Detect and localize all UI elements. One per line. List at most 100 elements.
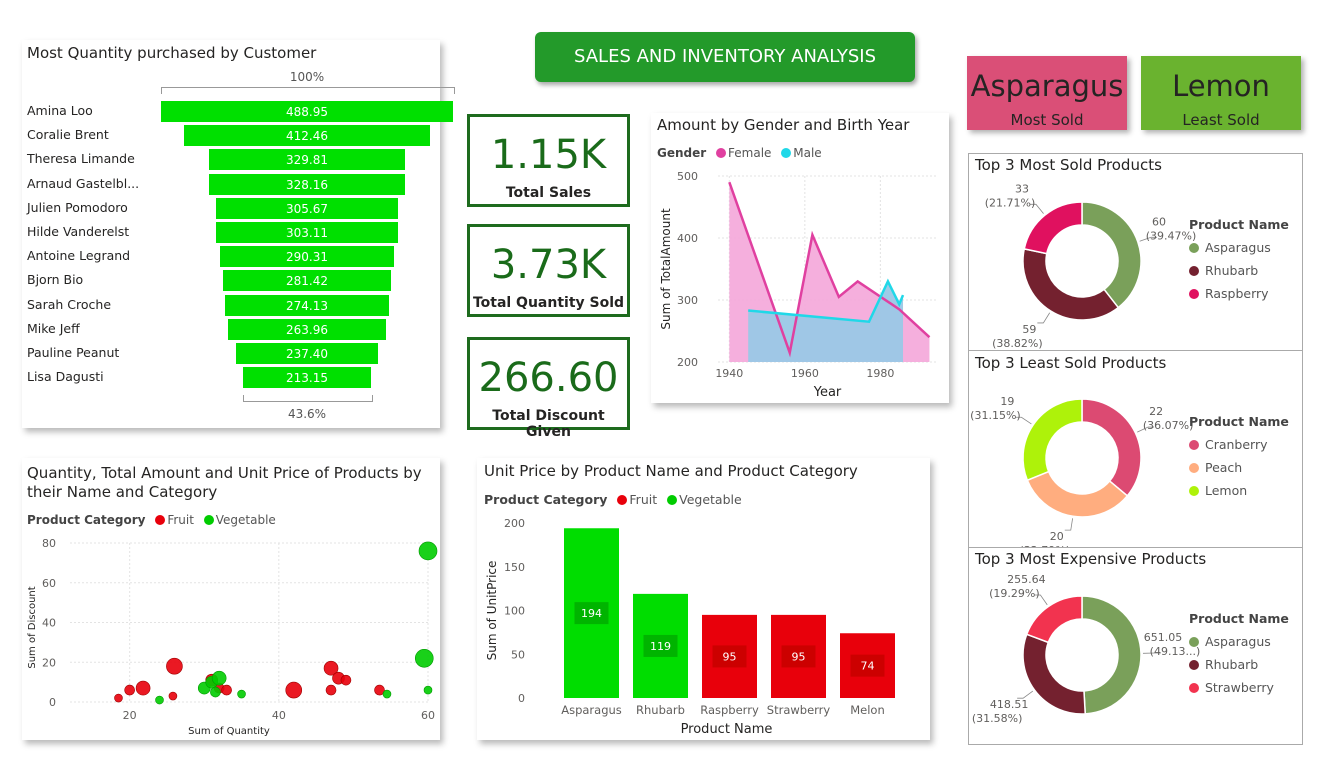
data-label: 95 bbox=[723, 650, 737, 663]
most-sold-value: Asparagus bbox=[970, 69, 1124, 103]
legend-label: Raspberry bbox=[1201, 286, 1269, 301]
legend-item[interactable]: Raspberry bbox=[1189, 286, 1289, 301]
scatter-chart-panel: Quantity, Total Amount and Unit Price of… bbox=[22, 458, 440, 740]
kpi-value: 3.73K bbox=[490, 242, 607, 288]
y-axis-label: Sum of TotalAmount bbox=[659, 208, 673, 330]
y-tick-label: 300 bbox=[677, 294, 698, 307]
scatter-point-fruit[interactable] bbox=[114, 693, 123, 703]
y-tick-label: 200 bbox=[504, 517, 525, 530]
legend-label: Peach bbox=[1201, 460, 1243, 475]
scatter-point-fruit[interactable] bbox=[124, 684, 135, 696]
funnel-category-label: Coralie Brent bbox=[27, 127, 109, 143]
legend-item[interactable]: Cranberry bbox=[1189, 437, 1289, 452]
funnel-category-label: Arnaud Gastelbl... bbox=[27, 175, 140, 191]
x-axis-label: Product Name bbox=[681, 722, 773, 737]
scatter-point-fruit[interactable] bbox=[166, 657, 183, 675]
top-most-sold-panel: Top 3 Most Sold Products 60 (39.47%) 59 (38… bbox=[968, 153, 1303, 351]
kpi-value: 1.15K bbox=[490, 132, 607, 178]
scatter-point-vegetable[interactable] bbox=[237, 689, 246, 699]
scatter-point-vegetable[interactable] bbox=[155, 695, 164, 705]
donut-slice[interactable] bbox=[1023, 201, 1083, 255]
x-tick-label: Raspberry bbox=[700, 703, 759, 717]
donut-slice[interactable] bbox=[1022, 398, 1083, 482]
legend-item[interactable]: Rhubarb bbox=[1189, 263, 1289, 278]
funnel-category-label: Lisa Dagusti bbox=[27, 369, 104, 385]
y-axis-label: Sum of UnitPrice bbox=[485, 561, 499, 661]
donut-value-label: 60 bbox=[1152, 215, 1166, 228]
funnel-top-label: 100% bbox=[289, 70, 325, 84]
donut-slice[interactable] bbox=[1081, 398, 1142, 497]
donut-value-label: 418.51 bbox=[990, 698, 1029, 711]
y-tick-label: 80 bbox=[42, 537, 56, 550]
legend-dot bbox=[1189, 486, 1199, 496]
legend-item[interactable]: Asparagus bbox=[1189, 634, 1289, 649]
legend-title: Product Name bbox=[1189, 611, 1289, 626]
funnel-value-label: 329.81 bbox=[285, 153, 328, 168]
data-label: 194 bbox=[581, 607, 602, 620]
legend-item[interactable]: Rhubarb bbox=[1189, 657, 1289, 672]
legend-dot bbox=[1189, 243, 1199, 253]
donut-slice[interactable] bbox=[1025, 595, 1083, 644]
funnel-category-label: Antoine Legrand bbox=[27, 248, 131, 264]
kpi-total-discount: 266.60 Total Discount Given bbox=[467, 337, 630, 440]
donut-slice[interactable] bbox=[1081, 201, 1142, 309]
scatter-point-vegetable[interactable] bbox=[210, 686, 221, 698]
scatter-point-fruit[interactable] bbox=[135, 680, 151, 696]
donut-percent-label: (21.71%) bbox=[985, 196, 1036, 209]
scatter-point-fruit[interactable] bbox=[168, 691, 178, 701]
funnel-value-label: 213.15 bbox=[285, 371, 328, 386]
scatter-point-fruit[interactable] bbox=[221, 684, 232, 696]
legend-item[interactable]: Strawberry bbox=[1189, 680, 1289, 695]
scatter-point-fruit[interactable] bbox=[325, 684, 337, 696]
unit-price-chart[interactable]: 0 50 100 150 200 194 Asparagus 119 Rhubarb 95 Rasp… bbox=[477, 458, 930, 740]
legend-item[interactable]: Peach bbox=[1189, 460, 1289, 475]
legend-item[interactable]: Asparagus bbox=[1189, 240, 1289, 255]
top-expensive-panel: Top 3 Most Expensive Products 651.05 (49.… bbox=[968, 547, 1303, 745]
legend-label: Asparagus bbox=[1201, 634, 1271, 649]
x-axis-label: Sum of Quantity bbox=[188, 726, 270, 737]
x-tick-label: Rhubarb bbox=[636, 703, 685, 717]
scatter-point-vegetable[interactable] bbox=[382, 689, 392, 699]
donut-slice[interactable] bbox=[1022, 633, 1087, 715]
y-tick-label: 0 bbox=[518, 692, 525, 705]
kpi-value: 266.60 bbox=[478, 355, 619, 401]
least-sold-card: Lemon Least Sold bbox=[1141, 56, 1301, 130]
donut-slice[interactable] bbox=[1022, 248, 1120, 321]
scatter-point-vegetable[interactable] bbox=[418, 541, 438, 561]
leader-line bbox=[1064, 518, 1074, 531]
scatter-chart[interactable]: 0 20 40 60 80 20 40 60 Sum of Quantity Sum of Dis… bbox=[22, 458, 440, 740]
funnel-category-label: Theresa Limande bbox=[27, 151, 135, 167]
donut-percent-label: (36.07%) bbox=[1143, 419, 1194, 432]
x-tick-label: 40 bbox=[272, 709, 286, 722]
donut-value-label: 20 bbox=[1050, 530, 1064, 543]
donut-slice[interactable] bbox=[1081, 595, 1142, 715]
x-tick-label: 1940 bbox=[715, 367, 743, 380]
scatter-point-vegetable[interactable] bbox=[211, 670, 227, 686]
y-tick-label: 20 bbox=[42, 656, 56, 669]
legend-label: Rhubarb bbox=[1201, 263, 1259, 278]
legend-item[interactable]: Lemon bbox=[1189, 483, 1289, 498]
scatter-point-fruit[interactable] bbox=[285, 681, 303, 699]
gender-year-chart[interactable]: 200 300 400 500 1940 1960 1980 Year Sum of Total… bbox=[651, 113, 949, 403]
top-least-sold-legend: Product Name Cranberry Peach Lemon bbox=[1189, 414, 1289, 498]
leader-line bbox=[1017, 690, 1034, 699]
scatter-point-fruit[interactable] bbox=[340, 674, 352, 686]
funnel-category-label: Pauline Peanut bbox=[27, 345, 120, 360]
data-label: 119 bbox=[650, 640, 671, 653]
scatter-point-vegetable[interactable] bbox=[423, 685, 433, 695]
funnel-chart[interactable]: 100% Amina Loo 488.95 Coralie Brent 412.46 Th… bbox=[22, 40, 455, 428]
funnel-category-label: Bjorn Bio bbox=[27, 272, 84, 288]
funnel-chart-panel: Most Quantity purchased by Customer 100%… bbox=[22, 40, 455, 428]
legend-label: Cranberry bbox=[1201, 437, 1268, 452]
y-tick-label: 150 bbox=[504, 561, 525, 574]
top-most-sold-legend: Product Name Asparagus Rhubarb Raspberry bbox=[1189, 217, 1289, 301]
donut-percent-label: (19.29%) bbox=[989, 587, 1040, 600]
least-sold-value: Lemon bbox=[1172, 69, 1270, 103]
scatter-point-vegetable[interactable] bbox=[414, 648, 434, 668]
y-tick-label: 50 bbox=[511, 648, 525, 661]
funnel-value-label: 274.13 bbox=[285, 298, 328, 313]
legend-dot bbox=[1189, 266, 1199, 276]
legend-title: Product Name bbox=[1189, 414, 1289, 429]
y-tick-label: 200 bbox=[677, 356, 698, 369]
y-tick-label: 60 bbox=[42, 577, 56, 590]
